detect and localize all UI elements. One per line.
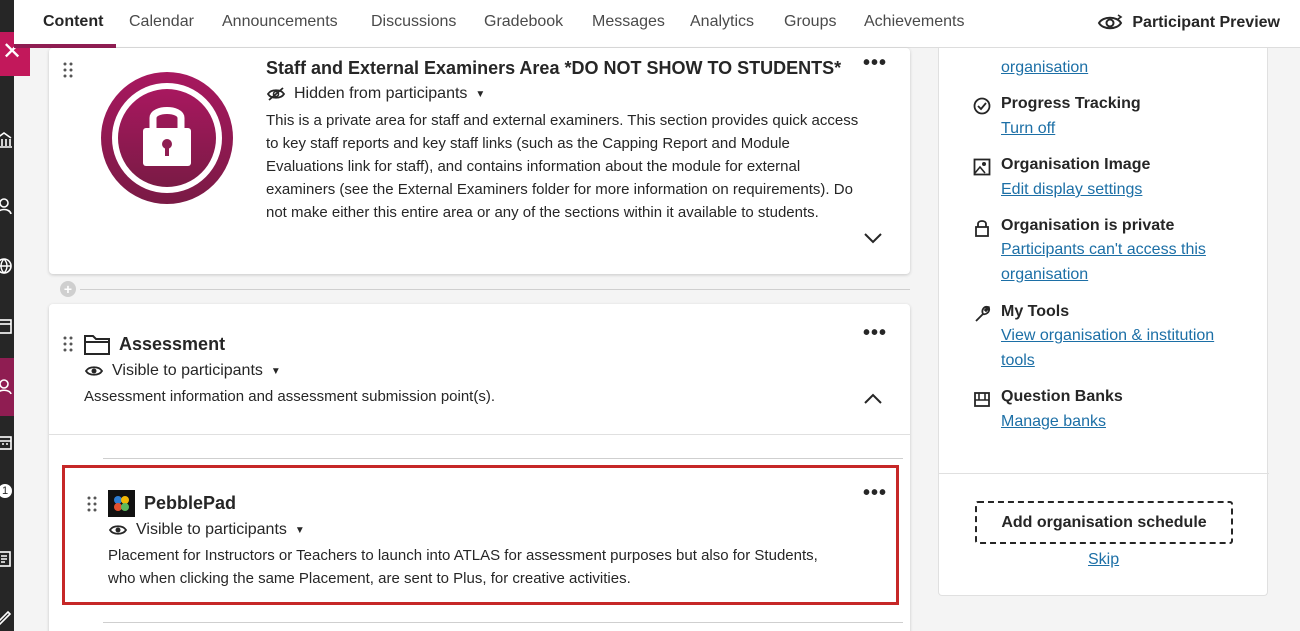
left-nav-rail xyxy=(0,0,14,631)
highlight-box xyxy=(62,465,899,605)
staff-section-description: This is a private area for staff and ext… xyxy=(266,112,859,221)
wrench-icon xyxy=(975,305,991,322)
chevron-down-icon[interactable] xyxy=(863,232,883,244)
calendar-icon[interactable] xyxy=(0,316,14,336)
tab-achievements[interactable]: Achievements xyxy=(864,13,965,31)
more-options-icon[interactable]: ••• xyxy=(863,323,887,343)
participants-access-link-line2[interactable]: organisation xyxy=(1001,262,1088,287)
view-tools-link-line2[interactable]: tools xyxy=(1001,348,1035,373)
folder-icon xyxy=(84,335,110,355)
caret-down-icon: ▼ xyxy=(270,365,281,377)
profile-icon[interactable] xyxy=(0,196,14,216)
lock-icon xyxy=(975,220,989,237)
assessment-title[interactable]: Assessment xyxy=(119,334,225,355)
tab-calendar[interactable]: Calendar xyxy=(129,13,194,31)
my-tools-heading: My Tools xyxy=(1001,303,1070,320)
participants-access-link[interactable]: Participants can't access this xyxy=(1001,237,1206,262)
details-panel: organisation Progress Tracking Turn off … xyxy=(938,48,1269,596)
question-bank-icon xyxy=(974,392,990,407)
drag-handle-icon[interactable] xyxy=(63,336,73,352)
edit-icon[interactable] xyxy=(0,606,14,626)
card-divider xyxy=(49,434,910,435)
add-content-icon[interactable]: + xyxy=(60,281,76,297)
globe-icon[interactable] xyxy=(0,256,14,276)
staff-section-title[interactable]: Staff and External Examiners Area *DO NO… xyxy=(266,58,841,79)
participant-preview-label: Participant Preview xyxy=(1132,14,1280,31)
item-divider xyxy=(103,622,903,623)
image-icon xyxy=(973,158,991,176)
chevron-up-icon[interactable] xyxy=(863,393,883,405)
hidden-eye-icon xyxy=(266,87,286,101)
visibility-dropdown[interactable]: Hidden from participants ▼ xyxy=(266,85,485,103)
more-options-icon[interactable]: ••• xyxy=(863,53,887,73)
item-divider xyxy=(103,458,903,459)
tab-groups[interactable]: Groups xyxy=(784,13,836,31)
tab-announcements[interactable]: Announcements xyxy=(222,13,338,31)
top-navigation: Content Calendar Announcements Discussio… xyxy=(14,0,1300,48)
check-circle-icon xyxy=(973,97,991,115)
section-divider xyxy=(80,289,910,290)
schedule-icon[interactable] xyxy=(0,432,14,452)
lock-icon xyxy=(101,72,233,204)
eye-icon xyxy=(84,366,104,376)
question-banks-heading: Question Banks xyxy=(1001,388,1123,405)
groups-icon[interactable] xyxy=(0,376,14,396)
institution-icon[interactable] xyxy=(0,130,14,150)
panel-divider xyxy=(939,473,1269,474)
tab-gradebook[interactable]: Gradebook xyxy=(484,13,563,31)
add-schedule-button[interactable]: Add organisation schedule xyxy=(975,501,1233,544)
progress-tracking-heading: Progress Tracking xyxy=(1001,95,1141,112)
skip-link[interactable]: Skip xyxy=(1088,551,1119,569)
assessment-description: Assessment information and assessment su… xyxy=(84,388,496,405)
view-tools-link[interactable]: View organisation & institution xyxy=(1001,323,1214,348)
tab-discussions[interactable]: Discussions xyxy=(371,13,456,31)
edit-display-settings-link[interactable]: Edit display settings xyxy=(1001,177,1142,202)
visibility-label: Visible to participants xyxy=(112,362,263,379)
staff-section-card: Staff and External Examiners Area *DO NO… xyxy=(49,48,910,274)
tab-content[interactable]: Content xyxy=(43,13,103,31)
organisation-private-heading: Organisation is private xyxy=(1001,217,1175,234)
tab-messages[interactable]: Messages xyxy=(592,13,665,31)
visibility-label: Hidden from participants xyxy=(294,85,468,102)
organisation-link[interactable]: organisation xyxy=(1001,55,1088,80)
eye-refresh-icon xyxy=(1098,14,1123,30)
visibility-dropdown[interactable]: Visible to participants ▼ xyxy=(84,362,281,380)
tab-analytics[interactable]: Analytics xyxy=(690,13,754,31)
drag-handle-icon[interactable] xyxy=(63,62,73,78)
grades-icon[interactable] xyxy=(0,548,14,568)
organisation-image-heading: Organisation Image xyxy=(1001,156,1151,173)
turn-off-link[interactable]: Turn off xyxy=(1001,116,1055,141)
caret-down-icon: ▼ xyxy=(475,88,486,100)
manage-banks-link[interactable]: Manage banks xyxy=(1001,409,1106,434)
participant-preview-button[interactable]: Participant Preview xyxy=(1096,13,1280,33)
